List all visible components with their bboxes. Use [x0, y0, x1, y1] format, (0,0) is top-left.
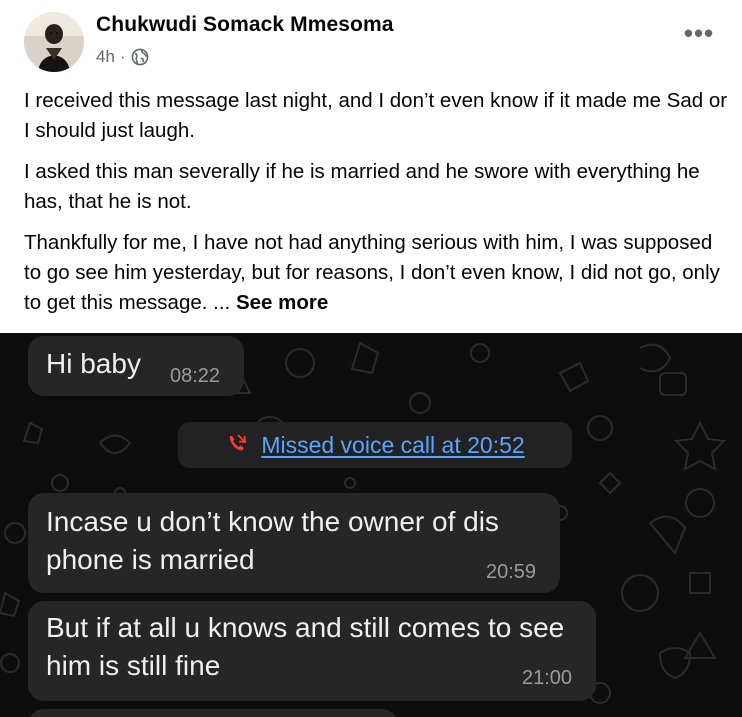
post-paragraph: I received this message last night, and …: [24, 89, 728, 142]
meta-separator: ·: [119, 47, 126, 66]
missed-call-text[interactable]: Missed voice call at 20:52: [261, 432, 524, 459]
chat-message-bubble[interactable]: But if at all u knows and still comes to…: [28, 601, 596, 701]
chat-message-bubble[interactable]: Incase u don’t know the owner of dis pho…: [28, 493, 560, 593]
post-text: I received this message last night, and …: [24, 86, 728, 329]
more-options-button[interactable]: •••: [682, 18, 716, 52]
more-horizontal-icon: •••: [683, 18, 715, 48]
globe-icon: [131, 48, 149, 66]
missed-call-icon: [225, 432, 247, 459]
chat-message-text: But if at all u knows and still comes to…: [46, 612, 565, 681]
chat-message-bubble-partial[interactable]: [28, 709, 398, 717]
chat-message-time: 08:22: [170, 365, 221, 387]
missed-call-notice[interactable]: Missed voice call at 20:52: [178, 422, 572, 468]
chat-screenshot-image[interactable]: Hi baby 08:22 Missed voice call at 20:52…: [0, 333, 742, 717]
chat-message-text: Hi baby: [46, 348, 141, 379]
chat-message-time: 20:59: [486, 561, 537, 583]
post-header: Chukwudi Somack Mmesoma 4h · •••: [0, 0, 742, 80]
avatar[interactable]: [24, 12, 84, 72]
post-meta: 4h ·: [96, 46, 149, 68]
author-name[interactable]: Chukwudi Somack Mmesoma: [96, 13, 394, 37]
post-paragraph-text: Thankfully for me, I have not had anythi…: [24, 231, 720, 314]
post-paragraph: Thankfully for me, I have not had anythi…: [24, 228, 728, 318]
see-more-link[interactable]: See more: [236, 291, 328, 314]
chat-message-time: 21:00: [522, 667, 573, 689]
chat-message-bubble[interactable]: Hi baby 08:22: [28, 336, 244, 396]
post-time[interactable]: 4h: [96, 47, 115, 67]
chat-message-text: Incase u don’t know the owner of dis pho…: [46, 506, 499, 575]
post-paragraph: I asked this man severally if he is marr…: [24, 160, 700, 213]
